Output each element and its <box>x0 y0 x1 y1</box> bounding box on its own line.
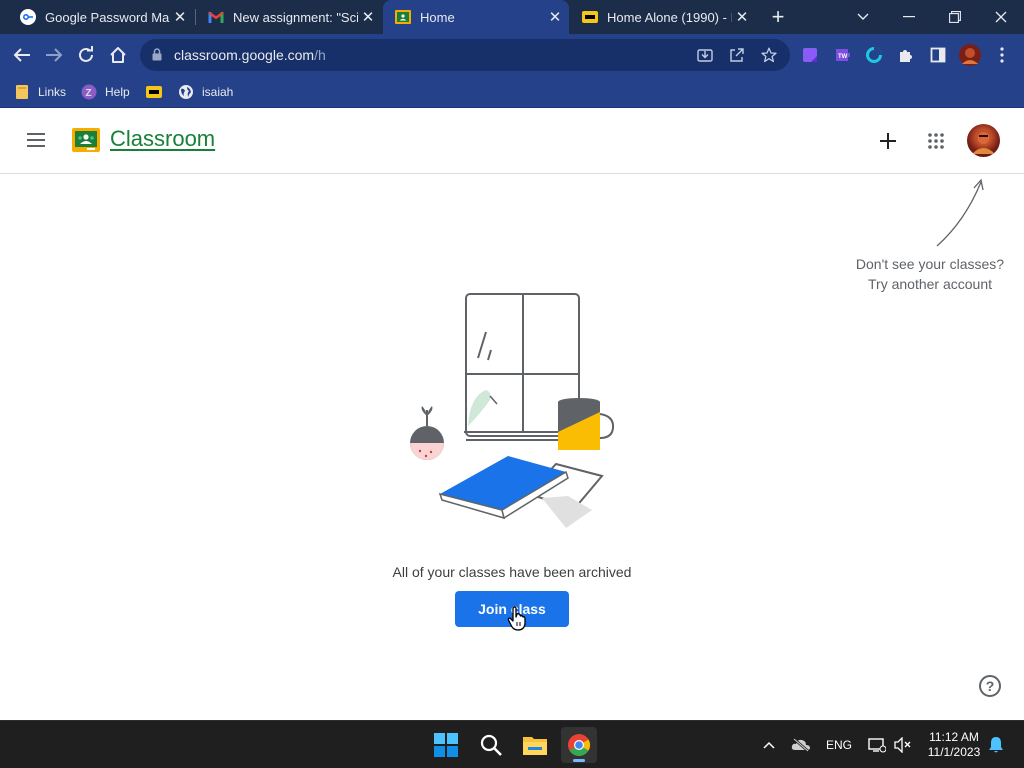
show-hidden-icons-chevron[interactable] <box>759 735 779 755</box>
main-menu-icon[interactable] <box>24 128 48 152</box>
browser-toolbar: classroom.google.com/h TW <box>0 34 1024 76</box>
bookmark-isaiah[interactable]: isaiah <box>178 82 233 102</box>
extension-purple-icon[interactable] <box>797 42 823 68</box>
back-button[interactable] <box>9 42 35 68</box>
tab-google-password-manager[interactable]: Google Password Man ✕ <box>8 0 194 34</box>
search-icon[interactable] <box>473 727 509 763</box>
google-password-manager-icon <box>20 9 36 25</box>
extension-circle-icon[interactable] <box>861 42 887 68</box>
close-tab-icon[interactable]: ✕ <box>732 8 752 26</box>
chrome-menu-icon[interactable] <box>989 42 1015 68</box>
minimize-button[interactable] <box>886 0 932 34</box>
install-app-icon[interactable] <box>696 46 714 64</box>
notification-bell-icon[interactable] <box>986 735 1006 755</box>
bookmark-label: Links <box>38 85 67 99</box>
close-tab-icon[interactable]: ✕ <box>170 8 190 26</box>
address-bar[interactable]: classroom.google.com/h <box>140 39 790 71</box>
help-bookmark-icon: Z <box>81 84 97 100</box>
tab-title: Home <box>420 9 455 25</box>
bookmark-help[interactable]: Z Help <box>81 82 130 102</box>
bookmark-links[interactable]: Links <box>14 82 66 102</box>
share-icon[interactable] <box>728 46 746 64</box>
url-text: classroom.google.com/h <box>174 47 326 63</box>
home-button[interactable] <box>105 42 131 68</box>
tab-search-chevron-icon[interactable] <box>840 0 886 34</box>
windows-start-icon[interactable] <box>428 727 464 763</box>
close-window-button[interactable] <box>978 0 1024 34</box>
hint-line-1: Don't see your classes? <box>855 256 1005 272</box>
account-avatar[interactable] <box>967 124 1000 157</box>
extensions-puzzle-icon[interactable] <box>893 42 919 68</box>
chrome-taskbar-icon[interactable] <box>561 727 597 763</box>
help-button[interactable]: ? <box>979 675 1001 697</box>
imdb-icon <box>146 84 162 100</box>
classroom-header: Classroom <box>0 108 1024 174</box>
imdb-icon <box>582 9 598 25</box>
empty-state-illustration <box>410 293 615 528</box>
classroom-title[interactable]: Classroom <box>110 126 215 152</box>
svg-text:TW: TW <box>838 54 848 60</box>
tab-classroom-home[interactable]: Home ✕ <box>383 0 569 34</box>
tab-gmail-assignment[interactable]: New assignment: "Scie ✕ <box>196 0 382 34</box>
svg-text:Z: Z <box>86 88 92 99</box>
side-panel-icon[interactable] <box>925 42 951 68</box>
create-or-join-plus-icon[interactable] <box>875 128 901 154</box>
forward-button[interactable] <box>41 42 67 68</box>
reload-button[interactable] <box>73 42 99 68</box>
classroom-logo-icon[interactable] <box>72 128 100 152</box>
bookmark-label: Help <box>105 85 130 99</box>
account-hint: Don't see your classes? Try another acco… <box>840 254 1020 294</box>
profile-avatar-icon[interactable] <box>957 42 983 68</box>
classroom-icon <box>395 9 411 25</box>
tab-home-alone-imdb[interactable]: Home Alone (1990) - I ✕ <box>570 0 756 34</box>
folder-icon <box>14 84 30 100</box>
file-explorer-icon[interactable] <box>517 727 553 763</box>
url-path: /h <box>314 47 326 63</box>
onedrive-offline-icon[interactable] <box>790 735 812 755</box>
extension-tw-icon[interactable]: TW <box>829 42 855 68</box>
close-tab-icon[interactable]: ✕ <box>358 8 378 26</box>
tab-strip: Google Password Man ✕ New assignment: "S… <box>0 0 1024 34</box>
bookmarks-bar: Links Z Help isaiah <box>0 76 1024 108</box>
new-tab-button[interactable]: + <box>766 5 790 29</box>
bookmark-imdb[interactable] <box>146 82 170 102</box>
hint-line-2: Try another account <box>868 276 992 292</box>
system-clock[interactable]: 11:12 AM 11/1/2023 <box>918 730 990 760</box>
hand-cursor-icon <box>507 606 526 631</box>
tab-title: Google Password Man <box>45 9 170 25</box>
clock-time: 11:12 AM <box>929 730 979 744</box>
arrow-hint-icon <box>936 178 984 247</box>
google-apps-grid-icon[interactable] <box>923 128 949 154</box>
gmail-icon <box>208 9 224 25</box>
bookmark-star-icon[interactable] <box>760 46 778 64</box>
clock-date: 11/1/2023 <box>927 745 981 759</box>
language-indicator[interactable]: ENG <box>824 735 854 755</box>
windows-taskbar: ENG 11:12 AM 11/1/2023 <box>0 720 1024 768</box>
volume-muted-icon[interactable] <box>892 735 914 755</box>
tab-title: New assignment: "Scie <box>233 9 358 25</box>
restore-button[interactable] <box>932 0 978 34</box>
network-icon[interactable] <box>866 735 888 755</box>
globe-icon <box>178 84 194 100</box>
tab-title: Home Alone (1990) - I <box>607 9 732 25</box>
bookmark-label: isaiah <box>202 85 234 99</box>
lock-icon[interactable] <box>152 48 162 66</box>
url-host: classroom.google.com <box>174 47 315 63</box>
empty-state-message: All of your classes have been archived <box>392 564 632 580</box>
close-tab-icon[interactable]: ✕ <box>545 8 565 26</box>
